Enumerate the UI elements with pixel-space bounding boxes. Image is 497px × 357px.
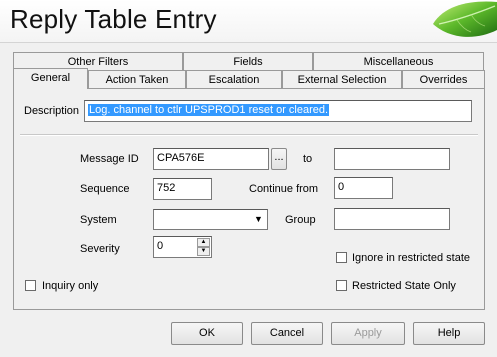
tab-general[interactable]: General [13,68,88,89]
separator [20,134,478,136]
stepper-down-icon[interactable]: ▼ [197,247,210,256]
apply-button[interactable]: Apply [331,322,405,345]
chevron-down-icon[interactable]: ▼ [251,211,266,228]
continue-from-field[interactable]: 0 [334,177,393,199]
tab-miscellaneous[interactable]: Miscellaneous [313,52,484,70]
message-id-field[interactable]: CPA576E [153,148,269,170]
tab-external-selection[interactable]: External Selection [282,70,402,88]
tab-fields[interactable]: Fields [183,52,313,70]
leaf-logo-icon [433,1,497,37]
description-field[interactable]: Log. channel to ctlr UPSPROD1 reset or c… [84,100,472,122]
restricted-only-label: Restricted State Only [352,280,456,292]
system-label: System [80,214,117,226]
tab-action-taken[interactable]: Action Taken [88,70,186,88]
continue-from-label: Continue from [249,183,319,195]
stepper-up-icon[interactable]: ▲ [197,238,210,247]
message-id-to-field[interactable] [334,148,450,170]
tab-overrides[interactable]: Overrides [402,70,485,88]
help-button[interactable]: Help [413,322,485,345]
system-dropdown[interactable]: ▼ [153,209,268,230]
inquiry-only-checkbox[interactable] [25,280,36,291]
ignore-restricted-checkbox[interactable] [336,252,347,263]
cancel-button[interactable]: Cancel [251,322,323,345]
restricted-only-checkbox[interactable] [336,280,347,291]
severity-stepper[interactable]: 0 ▲ ▼ [153,236,212,258]
description-label: Description [24,105,80,117]
severity-value: 0 [157,240,164,252]
message-id-label: Message ID [80,153,139,165]
to-label: to [303,153,313,165]
inquiry-only-label: Inquiry only [42,280,99,292]
sequence-label: Sequence [80,183,130,195]
group-label: Group [285,214,316,226]
severity-label: Severity [80,243,120,255]
ok-button[interactable]: OK [171,322,243,345]
tab-escalation[interactable]: Escalation [186,70,282,88]
sequence-field[interactable]: 752 [153,178,212,200]
description-text: Log. channel to ctlr UPSPROD1 reset or c… [88,104,330,116]
message-id-browse-button[interactable]: ... [271,148,287,170]
group-field[interactable] [334,208,450,230]
window-title: Reply Table Entry [10,4,217,34]
ignore-restricted-label: Ignore in restricted state [352,252,471,264]
